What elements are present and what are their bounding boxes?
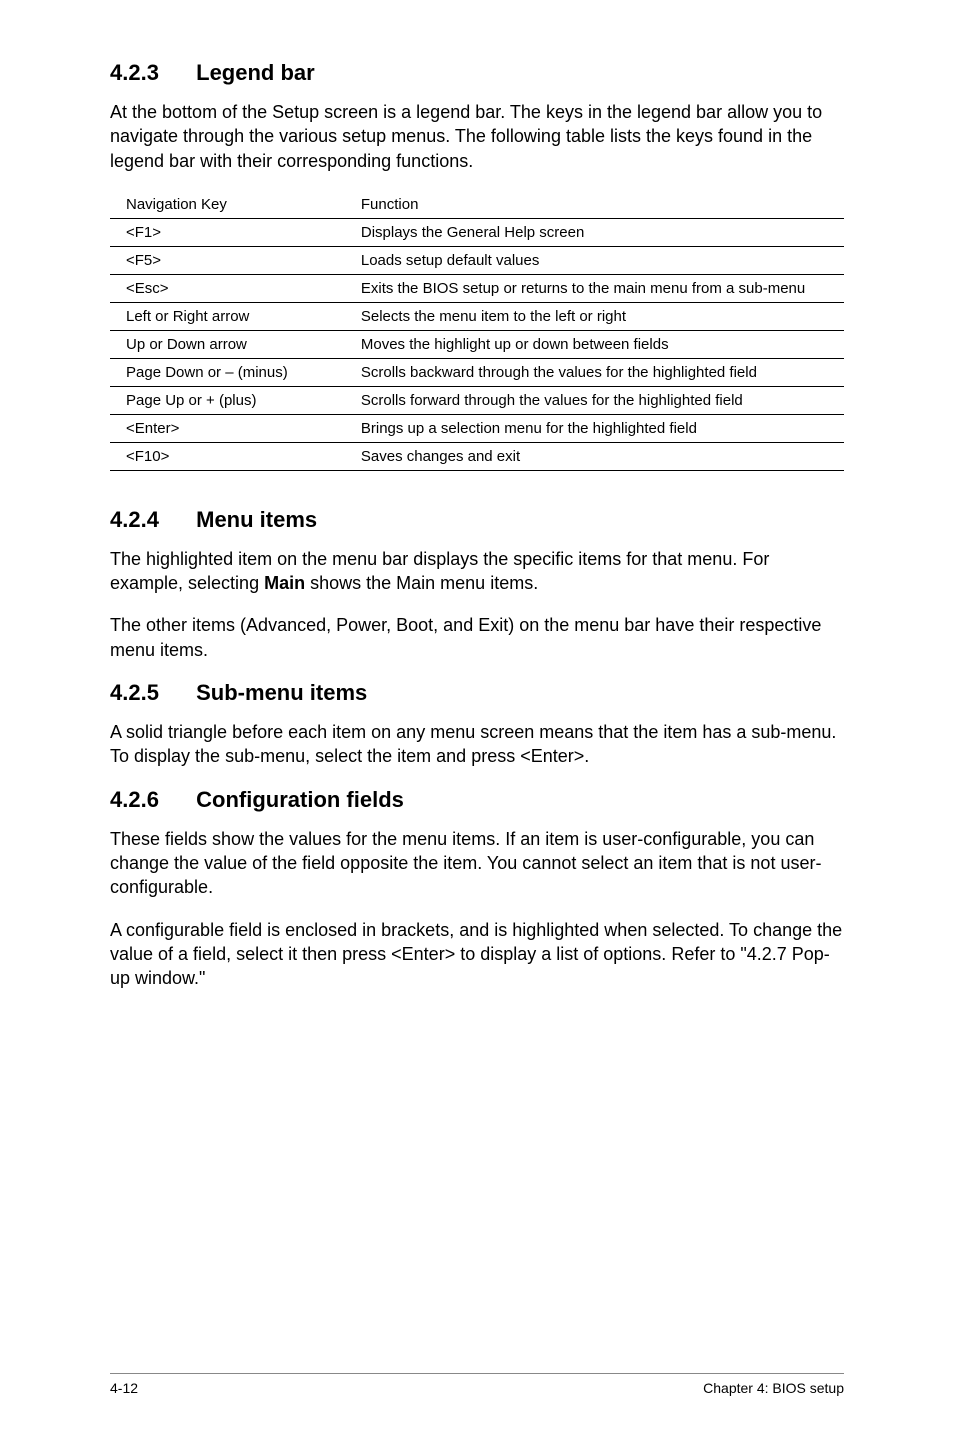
- heading-title: Legend bar: [196, 60, 315, 85]
- nav-func: Selects the menu item to the left or rig…: [345, 302, 844, 330]
- heading-426: 4.2.6 Configuration fields: [110, 787, 844, 813]
- nav-func: Brings up a selection menu for the highl…: [345, 414, 844, 442]
- paragraph: These fields show the values for the men…: [110, 827, 844, 900]
- paragraph: At the bottom of the Setup screen is a l…: [110, 100, 844, 173]
- paragraph: The other items (Advanced, Power, Boot, …: [110, 613, 844, 662]
- table-row: <F5> Loads setup default values: [110, 246, 844, 274]
- nav-func: Loads setup default values: [345, 246, 844, 274]
- nav-func: Moves the highlight up or down between f…: [345, 330, 844, 358]
- table-header: Navigation Key: [110, 191, 345, 219]
- nav-func: Exits the BIOS setup or returns to the m…: [345, 274, 844, 302]
- legend-table: Navigation Key Function <F1> Displays th…: [110, 191, 844, 471]
- table-row: Page Up or + (plus) Scrolls forward thro…: [110, 386, 844, 414]
- paragraph: A solid triangle before each item on any…: [110, 720, 844, 769]
- table-row: <Esc> Exits the BIOS setup or returns to…: [110, 274, 844, 302]
- paragraph: The highlighted item on the menu bar dis…: [110, 547, 844, 596]
- strong-text: Main: [264, 573, 305, 593]
- table-row: <F1> Displays the General Help screen: [110, 218, 844, 246]
- nav-func: Scrolls forward through the values for t…: [345, 386, 844, 414]
- table-row: <F10> Saves changes and exit: [110, 442, 844, 470]
- heading-title: Menu items: [196, 507, 317, 532]
- heading-title: Sub-menu items: [196, 680, 367, 705]
- heading-number: 4.2.4: [110, 507, 190, 533]
- table-row: Left or Right arrow Selects the menu ite…: [110, 302, 844, 330]
- paragraph: A configurable field is enclosed in brac…: [110, 918, 844, 991]
- heading-number: 4.2.6: [110, 787, 190, 813]
- nav-key: Left or Right arrow: [110, 302, 345, 330]
- nav-func: Saves changes and exit: [345, 442, 844, 470]
- heading-423: 4.2.3 Legend bar: [110, 60, 844, 86]
- table-header: Function: [345, 191, 844, 219]
- heading-425: 4.2.5 Sub-menu items: [110, 680, 844, 706]
- nav-key: <Enter>: [110, 414, 345, 442]
- table-row: Up or Down arrow Moves the highlight up …: [110, 330, 844, 358]
- heading-424: 4.2.4 Menu items: [110, 507, 844, 533]
- text: shows the Main menu items.: [305, 573, 538, 593]
- heading-number: 4.2.3: [110, 60, 190, 86]
- nav-key: <Esc>: [110, 274, 345, 302]
- chapter-label: Chapter 4: BIOS setup: [703, 1380, 844, 1396]
- table-row: <Enter> Brings up a selection menu for t…: [110, 414, 844, 442]
- table-header-row: Navigation Key Function: [110, 191, 844, 219]
- nav-key: Up or Down arrow: [110, 330, 345, 358]
- heading-number: 4.2.5: [110, 680, 190, 706]
- table-row: Page Down or – (minus) Scrolls backward …: [110, 358, 844, 386]
- heading-title: Configuration fields: [196, 787, 404, 812]
- nav-key: Page Up or + (plus): [110, 386, 345, 414]
- nav-func: Displays the General Help screen: [345, 218, 844, 246]
- nav-key: <F1>: [110, 218, 345, 246]
- nav-key: <F10>: [110, 442, 345, 470]
- nav-func: Scrolls backward through the values for …: [345, 358, 844, 386]
- page-number: 4-12: [110, 1380, 138, 1396]
- nav-key: <F5>: [110, 246, 345, 274]
- nav-key: Page Down or – (minus): [110, 358, 345, 386]
- page-footer: 4-12 Chapter 4: BIOS setup: [110, 1373, 844, 1396]
